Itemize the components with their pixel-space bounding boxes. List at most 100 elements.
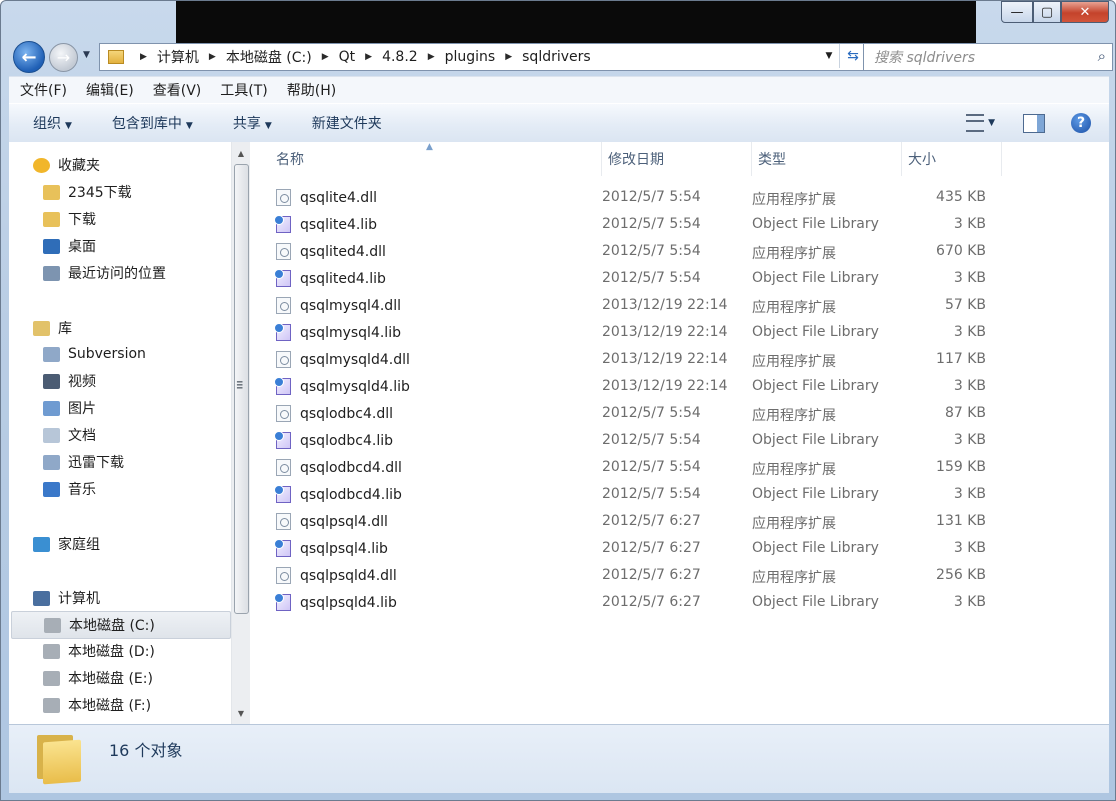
video-icon xyxy=(43,373,60,389)
sidebar-item[interactable]: 库 xyxy=(33,315,72,341)
help-icon[interactable]: ? xyxy=(1071,113,1091,133)
column-header-name[interactable]: 名称 xyxy=(270,142,602,176)
sidebar-item[interactable]: Subversion xyxy=(43,341,146,367)
address-bar[interactable]: ▶ 计算机 ▶ 本地磁盘 (C:) ▶ Qt ▶ 4.8.2 ▶ plugins ▶ sqldrive… xyxy=(99,43,867,71)
sidebar-item-label: 迅雷下载 xyxy=(68,455,124,471)
sidebar-item[interactable]: 本地磁盘 (F:) xyxy=(43,692,151,718)
sidebar-item[interactable]: 收藏夹 xyxy=(33,152,100,178)
address-history-dropdown[interactable]: ▼ xyxy=(820,44,838,68)
file-name: qsqlmysqld4.lib xyxy=(300,378,410,395)
include-in-library-button[interactable]: 包含到库中 ▼ xyxy=(88,113,209,133)
breadcrumb-separator-icon[interactable]: ▶ xyxy=(505,52,512,62)
close-button[interactable]: ✕ xyxy=(1061,1,1109,23)
breadcrumb-item[interactable]: Qt xyxy=(339,49,356,65)
share-button[interactable]: 共享 ▼ xyxy=(209,113,288,133)
navigation-scrollbar[interactable]: ▲ ━ ━ ━ ▼ xyxy=(231,142,250,724)
file-type: 应用程序扩展 xyxy=(752,516,836,532)
sidebar-item[interactable]: 桌面 xyxy=(43,233,96,259)
file-modified-date: 2013/12/19 22:14 xyxy=(602,378,728,394)
sidebar-item[interactable]: 迅雷下载 xyxy=(43,449,124,475)
refresh-button[interactable]: ⇆ xyxy=(839,44,866,68)
sidebar-item[interactable]: 本地磁盘 (E:) xyxy=(43,665,153,691)
sidebar-item[interactable]: 视频 xyxy=(43,368,96,394)
sidebar-item-label: 计算机 xyxy=(58,591,100,607)
column-header-type[interactable]: 类型 xyxy=(752,142,902,176)
view-options-dropdown[interactable]: ▼ xyxy=(988,118,995,128)
column-header-modified[interactable]: 修改日期 xyxy=(602,142,752,176)
menu-item[interactable]: 帮助(H) xyxy=(276,80,344,100)
file-size: 3 KB xyxy=(953,324,986,340)
sidebar-item[interactable]: 计算机 xyxy=(33,585,100,611)
recent-pages-dropdown[interactable]: ▼ xyxy=(83,50,93,60)
library-file-icon xyxy=(274,215,291,233)
organize-button[interactable]: 组织 ▼ xyxy=(9,113,88,133)
search-input[interactable]: 搜索 sqldrivers ⌕ xyxy=(863,43,1113,71)
file-size: 159 KB xyxy=(936,459,986,475)
menu-item[interactable]: 编辑(E) xyxy=(75,80,142,100)
file-name: qsqlodbcd4.dll xyxy=(300,459,402,476)
file-size: 3 KB xyxy=(953,378,986,394)
folder-icon xyxy=(108,50,124,64)
file-modified-date: 2012/5/7 6:27 xyxy=(602,513,701,529)
scroll-up-icon[interactable]: ▲ xyxy=(232,144,250,162)
breadcrumb: ▶ 计算机 ▶ 本地磁盘 (C:) ▶ Qt ▶ 4.8.2 ▶ plugins ▶ sqldrive… xyxy=(130,47,591,67)
breadcrumb-item[interactable]: 4.8.2 xyxy=(382,49,418,65)
breadcrumb-separator-icon[interactable]: ▶ xyxy=(365,52,372,62)
sidebar-item[interactable]: 最近访问的位置 xyxy=(43,260,166,286)
breadcrumb-item[interactable]: 本地磁盘 (C:) xyxy=(226,47,312,67)
menu-item[interactable]: 查看(V) xyxy=(142,80,210,100)
sidebar-item[interactable]: 下载 xyxy=(43,206,96,232)
music-icon xyxy=(43,481,60,497)
column-header-size[interactable]: 大小 xyxy=(902,142,1002,176)
sidebar-item[interactable]: 文档 xyxy=(43,422,96,448)
file-modified-date: 2012/5/7 5:54 xyxy=(602,432,701,448)
sidebar-item[interactable]: 家庭组 xyxy=(33,531,100,557)
navigation-pane: 收藏夹 2345下载下载 桌面 最近访问的位置库 Subversion 视频 图片 文档迅雷下… xyxy=(9,142,231,724)
library-file-icon xyxy=(274,269,291,287)
breadcrumb-separator-icon[interactable]: ▶ xyxy=(209,52,216,62)
breadcrumb-separator-icon[interactable]: ▶ xyxy=(140,52,147,62)
sidebar-item-label: 2345下载 xyxy=(68,185,132,201)
breadcrumb-item[interactable]: 计算机 xyxy=(157,47,199,67)
scroll-down-icon[interactable]: ▼ xyxy=(232,704,250,722)
document-icon xyxy=(43,427,60,443)
folder-icon xyxy=(43,211,60,227)
sidebar-item[interactable]: 本地磁盘 (D:) xyxy=(43,638,155,664)
search-icon[interactable]: ⌕ xyxy=(1098,47,1106,65)
file-size: 57 KB xyxy=(944,297,986,313)
sidebar-item[interactable]: 2345下载 xyxy=(43,179,132,205)
library-item-icon xyxy=(43,346,60,362)
recent-places-icon xyxy=(43,265,60,281)
file-type: Object File Library xyxy=(752,540,879,556)
back-button[interactable]: ← xyxy=(13,41,45,73)
minimize-button[interactable]: — xyxy=(1001,1,1033,23)
forward-arrow-icon: → xyxy=(56,48,71,67)
menu-item[interactable]: 工具(T) xyxy=(209,80,275,100)
breadcrumb-item[interactable]: sqldrivers xyxy=(522,49,591,65)
new-folder-button[interactable]: 新建文件夹 xyxy=(288,113,398,133)
library-file-icon xyxy=(274,377,291,395)
file-name: qsqlmysql4.lib xyxy=(300,324,401,341)
sidebar-item[interactable]: 本地磁盘 (C:) xyxy=(11,611,231,639)
drive-icon xyxy=(43,697,60,713)
file-name: qsqlpsqld4.dll xyxy=(300,567,397,584)
file-type: 应用程序扩展 xyxy=(752,192,836,208)
view-details-icon[interactable] xyxy=(966,114,985,132)
preview-pane-icon[interactable] xyxy=(1023,113,1045,133)
details-pane: 16 个对象 xyxy=(9,724,1109,793)
maximize-button[interactable]: ▢ xyxy=(1033,1,1061,23)
menu-item[interactable]: 文件(F) xyxy=(9,80,75,100)
file-modified-date: 2012/5/7 5:54 xyxy=(602,216,701,232)
sidebar-item[interactable]: 图片 xyxy=(43,395,96,421)
desktop-icon xyxy=(43,238,60,254)
sidebar-item[interactable]: 音乐 xyxy=(43,476,96,502)
explorer-window: — ▢ ✕ ← → ▼ ▶ 计算机 ▶ 本地磁盘 (C:) ▶ Qt ▶ 4.8.2 ▶ plug… xyxy=(0,0,1116,801)
breadcrumb-item[interactable]: plugins xyxy=(445,49,496,65)
breadcrumb-separator-icon[interactable]: ▶ xyxy=(322,52,329,62)
content-area: 收藏夹 2345下载下载 桌面 最近访问的位置库 Subversion 视频 图片 文档迅雷下… xyxy=(9,142,1109,724)
dll-file-icon xyxy=(276,243,291,260)
dll-file-icon xyxy=(276,297,291,314)
breadcrumb-separator-icon[interactable]: ▶ xyxy=(428,52,435,62)
file-modified-date: 2012/5/7 5:54 xyxy=(602,189,701,205)
forward-button[interactable]: → xyxy=(49,43,78,72)
